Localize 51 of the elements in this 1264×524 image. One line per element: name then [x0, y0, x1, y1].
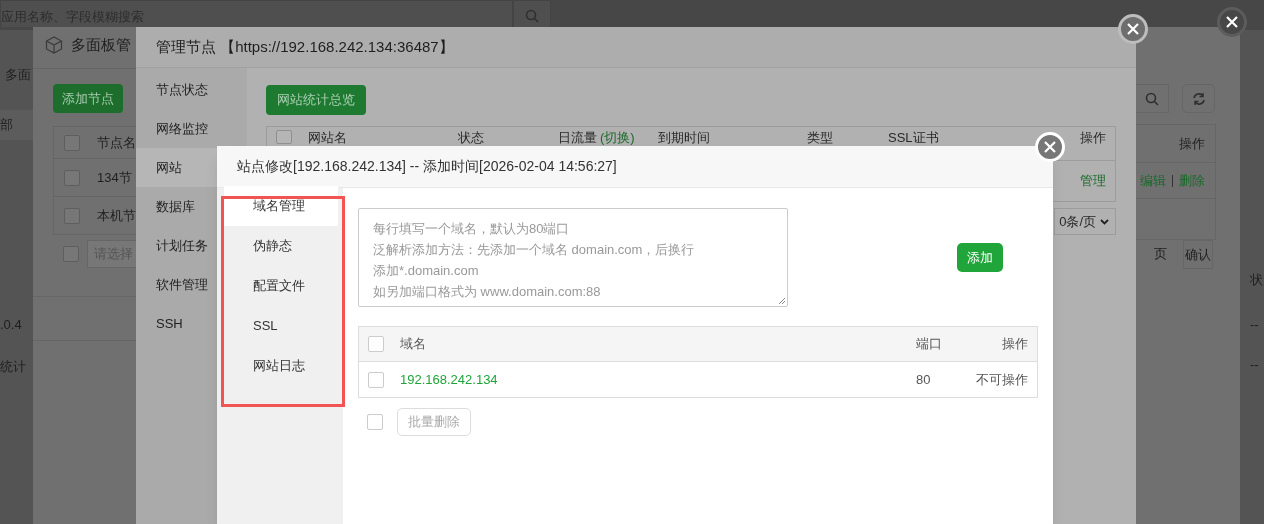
- tab[interactable]: 配置文件: [224, 266, 338, 306]
- column-header: 操作: [1001, 335, 1029, 354]
- checkbox[interactable]: [63, 246, 79, 262]
- search-button[interactable]: [513, 0, 551, 27]
- table-cell-text: --: [1250, 316, 1259, 334]
- menu-item[interactable]: 软件管理: [136, 265, 217, 304]
- tab[interactable]: SSL: [224, 306, 338, 346]
- menu-item[interactable]: 计划任务: [136, 226, 217, 265]
- window-title: 多面板管: [71, 34, 131, 55]
- add-node-button[interactable]: 添加节点: [53, 84, 123, 113]
- menu-item[interactable]: 网络监控: [136, 109, 247, 148]
- tab[interactable]: 伪静态: [224, 226, 338, 266]
- cube-icon: [45, 36, 63, 54]
- table-cell-text: 本机节: [97, 206, 136, 225]
- column-header: 操作: [1179, 134, 1205, 153]
- column-header: 日流量 (切换): [558, 130, 636, 145]
- search-icon: [1145, 91, 1159, 106]
- tab[interactable]: 域名管理: [224, 186, 338, 226]
- page-label: 页: [1154, 245, 1167, 263]
- column-header: 节点名: [97, 133, 136, 152]
- search-icon: [525, 9, 539, 23]
- tab[interactable]: 网站日志: [224, 346, 338, 386]
- refresh-icon: [1191, 91, 1206, 106]
- window-title: 管理节点 【https://192.168.242.134:36487】: [156, 36, 454, 57]
- chevron-down-icon: [1100, 218, 1109, 225]
- column-header: 到期时间: [658, 130, 711, 145]
- checkbox[interactable]: [276, 130, 292, 144]
- column-header: 状态: [458, 130, 485, 145]
- resize-grip-icon[interactable]: [778, 297, 786, 305]
- menu-item[interactable]: SSH: [136, 304, 217, 343]
- column-header: 操作: [1079, 130, 1107, 145]
- column-header: 域名: [400, 335, 427, 354]
- table-cell-text: --: [1250, 356, 1259, 374]
- placeholder-text: 如另加端口格式为 www.domain.com:88: [373, 283, 602, 301]
- nav-label: 部: [0, 116, 13, 135]
- column-header: 网站名: [308, 130, 348, 145]
- table-cell-text: 80: [916, 370, 932, 389]
- close-icon: [1226, 16, 1238, 28]
- table-cell-text: 不可操作: [975, 370, 1029, 389]
- menu-item[interactable]: 网站: [136, 148, 217, 187]
- menu-item[interactable]: 节点状态: [136, 70, 247, 109]
- close-icon: [1127, 23, 1139, 35]
- column-header: 类型: [807, 130, 834, 145]
- page-size-select[interactable]: 0条/页: [1054, 208, 1116, 235]
- column-header: 端口: [916, 335, 943, 354]
- column-header: SSL证书: [888, 130, 940, 145]
- refresh-button[interactable]: [1182, 84, 1215, 113]
- menu-item[interactable]: 数据库: [136, 187, 217, 226]
- close-icon: [1044, 141, 1056, 153]
- table-cell-text: 134节: [97, 168, 132, 187]
- dialog-title: 站点修改[192.168.242.134] -- 添加时间[2026-02-04 14:56:27]: [237, 157, 617, 176]
